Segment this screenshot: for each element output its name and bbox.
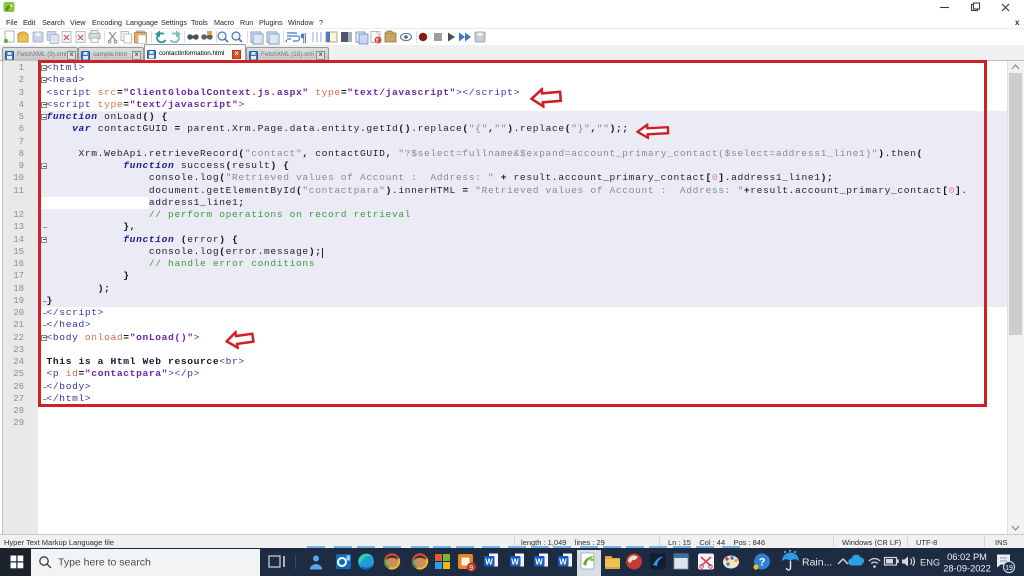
svg-text:Rain...: Rain... xyxy=(802,557,832,569)
svg-text:9: 9 xyxy=(469,565,473,572)
svg-text:Type here to search: Type here to search xyxy=(58,557,151,569)
svg-text:W: W xyxy=(559,558,567,567)
svg-text:06:02 PM: 06:02 PM xyxy=(947,552,987,562)
svg-text:W: W xyxy=(511,558,519,567)
svg-text:W: W xyxy=(485,558,493,567)
svg-text:ENG: ENG xyxy=(920,557,940,567)
svg-text:28-09-2022: 28-09-2022 xyxy=(943,564,991,574)
svg-text:19: 19 xyxy=(1005,565,1013,572)
svg-text:?: ? xyxy=(759,557,766,569)
svg-text:W: W xyxy=(535,558,543,567)
svg-text:¶: ¶ xyxy=(300,30,307,45)
